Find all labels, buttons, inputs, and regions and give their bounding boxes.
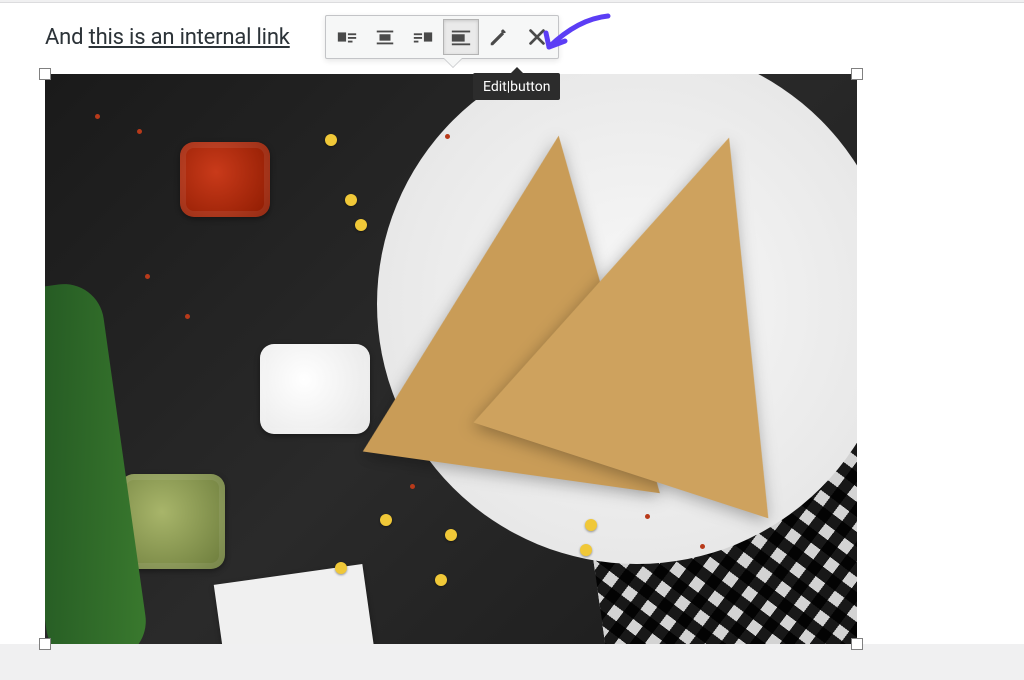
remove-button[interactable]	[519, 19, 555, 55]
pencil-icon	[488, 26, 510, 48]
resize-handle-bottom-left[interactable]	[39, 638, 51, 650]
align-center-icon	[374, 26, 396, 48]
image-toolbar-wrap: Edit|button	[325, 15, 559, 59]
image-inline-toolbar	[325, 15, 559, 59]
align-none-button[interactable]	[443, 19, 479, 55]
editor-content-area[interactable]: And this is an internal link to a page o…	[0, 2, 1024, 644]
resize-handle-bottom-right[interactable]	[851, 638, 863, 650]
text-before: And	[45, 25, 89, 50]
align-left-button[interactable]	[329, 19, 365, 55]
edit-tooltip: Edit|button	[473, 73, 560, 100]
resize-handle-top-left[interactable]	[39, 68, 51, 80]
close-icon	[526, 26, 548, 48]
tooltip-text: Edit|button	[483, 79, 550, 95]
align-left-icon	[336, 26, 358, 48]
edit-button[interactable]	[481, 19, 517, 55]
align-center-button[interactable]	[367, 19, 403, 55]
resize-handle-top-right[interactable]	[851, 68, 863, 80]
align-none-icon	[450, 26, 472, 48]
align-right-icon	[412, 26, 434, 48]
selected-image[interactable]	[45, 74, 857, 644]
align-right-button[interactable]	[405, 19, 441, 55]
image-content	[45, 74, 857, 644]
internal-link[interactable]: this is an internal link	[89, 25, 290, 50]
